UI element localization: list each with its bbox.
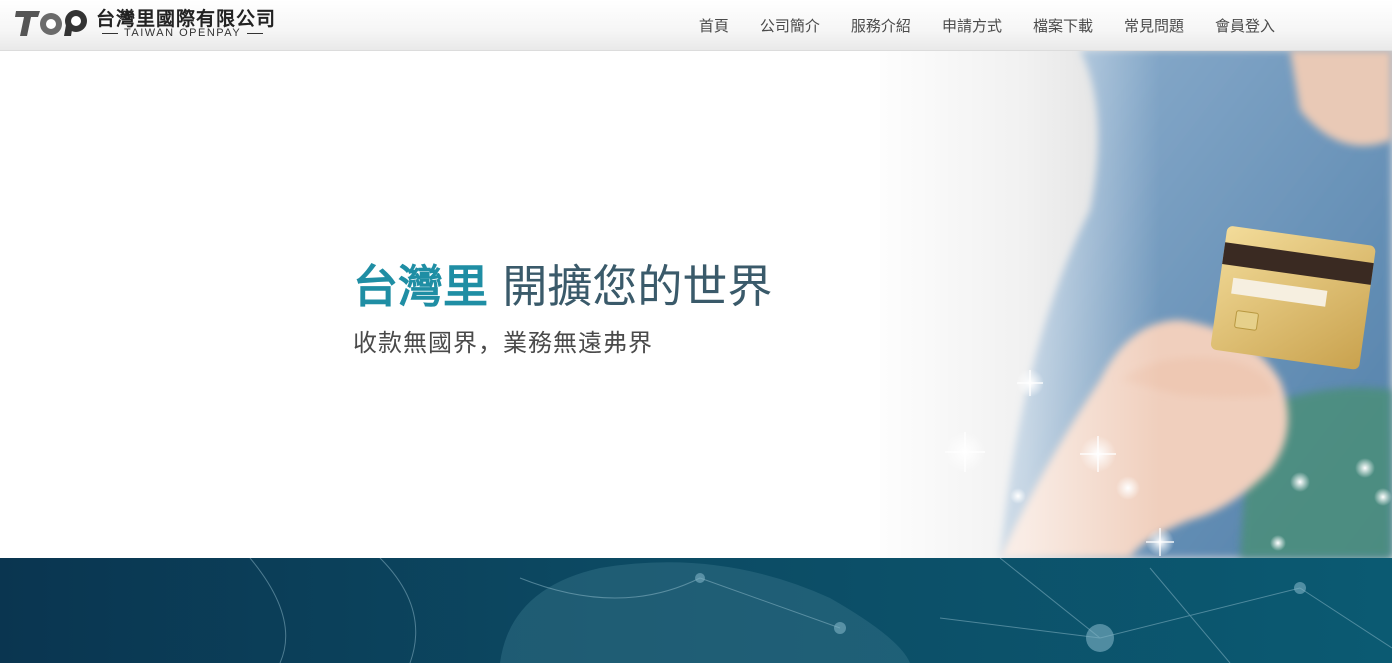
dash-left <box>102 32 118 34</box>
hero-text: 台灣里 開擴您的世界 收款無國界，業務無遠弗界 <box>353 257 772 358</box>
site-header: 台灣里國際有限公司 TAIWAN OPENPAY 首頁 公司簡介 服務介紹 申請… <box>0 0 1392 51</box>
nav-faq[interactable]: 常見問題 <box>1124 15 1184 36</box>
nav-login[interactable]: 會員登入 <box>1215 15 1275 36</box>
top-logo-icon <box>15 10 87 36</box>
dash-right <box>247 32 264 34</box>
hero-subline: 收款無國界，業務無遠弗界 <box>353 329 653 357</box>
hero-headline: 台灣里 開擴您的世界 <box>353 257 772 317</box>
network-band <box>0 558 1392 663</box>
company-subtitle: TAIWAN OPENPAY <box>96 27 269 39</box>
main-nav: 首頁 公司簡介 服務介紹 申請方式 檔案下載 常見問題 會員登入 <box>668 0 1275 50</box>
company-logo[interactable]: 台灣里國際有限公司 TAIWAN OPENPAY <box>14 3 275 45</box>
page: 台灣里國際有限公司 TAIWAN OPENPAY 首頁 公司簡介 服務介紹 申請… <box>0 0 1392 663</box>
nav-services[interactable]: 服務介紹 <box>851 15 911 36</box>
hero-headline-text: 開擴您的世界 <box>502 260 773 313</box>
nav-about[interactable]: 公司簡介 <box>760 15 820 36</box>
nav-downloads[interactable]: 檔案下載 <box>1033 15 1093 36</box>
network-globe-image <box>0 558 1392 663</box>
nav-home[interactable]: 首頁 <box>699 15 729 36</box>
nav-apply[interactable]: 申請方式 <box>942 15 1002 36</box>
company-subtitle-text: TAIWAN OPENPAY <box>124 27 242 39</box>
hero-brand: 台灣里 <box>353 260 489 313</box>
hero-banner: 台灣里 開擴您的世界 收款無國界，業務無遠弗界 <box>0 50 1392 558</box>
